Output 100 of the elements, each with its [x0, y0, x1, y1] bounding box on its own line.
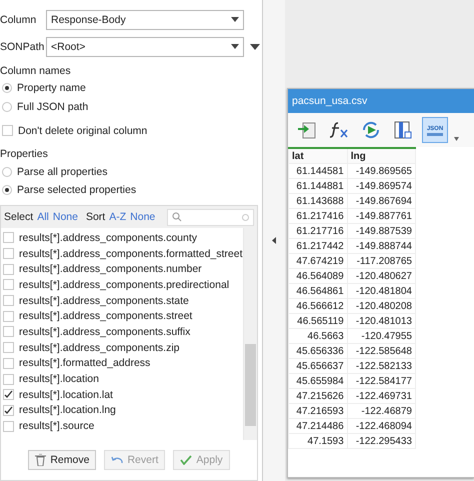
overflow-icon[interactable] [454, 137, 459, 141]
table-cell: -122.46879 [347, 404, 416, 418]
checkbox-label: Don't delete original column [18, 124, 148, 136]
property-item[interactable]: results[*].address_components.zip [19, 342, 180, 354]
table-cell: -117.208765 [347, 254, 416, 268]
clear-icon [242, 214, 249, 221]
import-file-icon [297, 120, 317, 140]
table-cell: -149.869565 [347, 164, 416, 178]
table-cell: 47.674219 [288, 254, 348, 268]
table-cell: 61.217416 [288, 208, 348, 224]
property-item[interactable]: results[*].address_components.predirectional [19, 278, 230, 291]
checkbox[interactable] [3, 389, 14, 400]
property-item[interactable]: results[*].address_components.suffix [19, 326, 190, 338]
table-cell: -122.582133 [347, 358, 416, 374]
checkbox[interactable] [3, 342, 14, 354]
table-cell: -149.888744 [347, 238, 416, 254]
property-item[interactable]: results[*].location.lat [19, 388, 113, 401]
checkbox[interactable] [2, 125, 13, 136]
search-icon [172, 212, 182, 222]
undo-icon [111, 455, 124, 466]
select-link[interactable]: None [52, 211, 78, 224]
checkbox[interactable] [3, 404, 14, 416]
checkbox[interactable] [3, 358, 14, 369]
scroll-thumb[interactable] [245, 344, 256, 426]
caret-icon [231, 44, 239, 49]
table-cell: 61.217716 [288, 224, 348, 238]
caret-icon [231, 17, 239, 22]
table-cell: -149.887539 [347, 224, 416, 238]
dropdown[interactable]: <Root> [46, 36, 244, 56]
checkbox[interactable] [3, 295, 14, 306]
property-item[interactable]: results[*].source [19, 420, 94, 432]
radio-label: Parse all properties [17, 166, 108, 178]
property-item[interactable]: results[*].address_components.formatted_street [19, 248, 243, 260]
radio-button[interactable] [2, 102, 12, 112]
property-item[interactable]: results[*].address_components.number [19, 263, 202, 276]
table-cell: -120.481804 [347, 284, 416, 298]
checkbox[interactable] [3, 374, 14, 385]
field-label: Column [0, 14, 38, 26]
table-cell: 45.656637 [288, 358, 348, 374]
sort-link[interactable]: A-Z [109, 211, 126, 224]
remove-button[interactable]: Remove [28, 450, 96, 470]
property-item[interactable]: results[*].location [19, 373, 99, 386]
field-label: SONPath [0, 40, 46, 52]
table-cell: -120.480627 [347, 268, 416, 284]
table-cell: -120.481013 [347, 314, 416, 328]
table-cell: -120.480208 [347, 298, 416, 314]
table-cell: 46.564089 [288, 268, 348, 284]
table-cell: 46.564861 [288, 284, 348, 298]
radio-button[interactable] [2, 184, 12, 195]
checkbox[interactable] [3, 264, 14, 275]
select-label: Select [4, 211, 34, 224]
table-cell: 61.144581 [288, 164, 348, 178]
table-cell: -149.887761 [347, 208, 416, 224]
checkbox[interactable] [3, 420, 14, 432]
checkbox[interactable] [3, 232, 14, 244]
trash-icon [35, 454, 46, 466]
window-title: pacsun_usa.csv [288, 89, 474, 113]
radio-button[interactable] [2, 83, 12, 94]
collapse-arrow-icon[interactable] [272, 237, 276, 244]
table-cell: -122.468094 [347, 418, 416, 434]
dropdown[interactable]: Response-Body [46, 10, 244, 30]
sort-label: Sort [86, 211, 106, 224]
property-item[interactable]: results[*].address_components.county [19, 232, 198, 244]
section-title: Properties [0, 146, 49, 162]
table-cell: -122.469731 [347, 388, 416, 404]
table-cell: 46.566612 [288, 298, 348, 314]
table-cell: 47.215626 [288, 388, 348, 404]
property-item[interactable]: results[*].location.lng [19, 404, 116, 416]
radio-label: Full JSON path [17, 100, 88, 113]
table-cell: 61.217442 [288, 238, 348, 254]
refresh-icon [361, 120, 381, 140]
table-cell: -122.585648 [347, 344, 416, 358]
select-link[interactable]: All [37, 211, 49, 224]
radio-label: Property name [17, 82, 86, 94]
table-cell: -149.867694 [347, 194, 416, 208]
table-cell: -122.584177 [347, 374, 416, 388]
checkbox[interactable] [3, 248, 14, 260]
table-cell: 45.656336 [288, 344, 348, 358]
property-item[interactable]: results[*].address_components.street [19, 310, 192, 322]
table-cell: 46.565119 [288, 314, 348, 328]
property-item[interactable]: results[*].formatted_address [19, 357, 150, 370]
checkbox[interactable] [3, 326, 14, 338]
table-cell: 61.143688 [288, 194, 348, 208]
check-icon [180, 455, 192, 466]
sort-link[interactable]: None [130, 211, 156, 224]
column-header[interactable]: lat [288, 148, 348, 164]
property-item[interactable]: results[*].address_components.state [19, 294, 189, 307]
column-header[interactable]: lng [347, 148, 416, 164]
table-cell: 46.5663 [288, 328, 348, 344]
formula-icon [329, 120, 349, 140]
menu-caret-icon[interactable] [248, 44, 262, 50]
table-cell: 45.655984 [288, 374, 348, 388]
table-cell: 61.144881 [288, 178, 348, 194]
table-cell: -120.47955 [347, 328, 416, 344]
checkbox[interactable] [3, 279, 14, 290]
scrollbar[interactable] [243, 228, 257, 440]
table-cell: 47.214486 [288, 418, 348, 434]
radio-button[interactable] [2, 166, 12, 177]
checkbox[interactable] [3, 310, 14, 322]
search-field[interactable] [167, 208, 254, 226]
